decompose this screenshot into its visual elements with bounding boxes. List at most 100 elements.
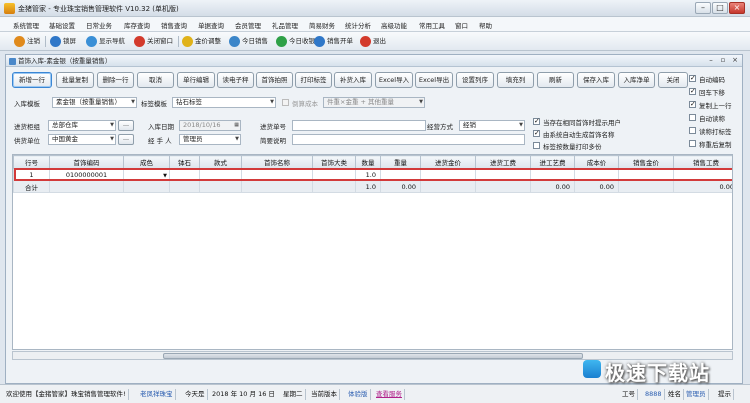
- print-tag-button[interactable]: 打印标签: [295, 72, 332, 88]
- supplier-select[interactable]: 中国黄金 ▼: [48, 134, 116, 145]
- column-header[interactable]: 销售工费: [673, 155, 732, 169]
- business-mode-select[interactable]: 经销 ▼: [459, 120, 525, 131]
- reverse-cost-checkbox[interactable]: [282, 99, 289, 106]
- auto-name-checkbox[interactable]: ✓: [533, 130, 540, 137]
- receipt-no-input[interactable]: [292, 120, 426, 131]
- supplier-browse-button[interactable]: …: [118, 134, 134, 145]
- toolbar-today-cashier-button[interactable]: 今日收银: [276, 35, 315, 48]
- duplicate-alert-checkbox[interactable]: ✓: [533, 118, 540, 125]
- view-service-link[interactable]: 查看服务: [374, 389, 405, 400]
- column-header[interactable]: 数量: [355, 155, 381, 169]
- row-edit-button[interactable]: 单行编辑: [177, 72, 215, 88]
- delete-row-button[interactable]: 删除一行: [97, 72, 134, 88]
- stock-group-select[interactable]: 总部仓库 ▼: [48, 120, 116, 131]
- copy-previous-row-checkbox[interactable]: ✓: [689, 101, 696, 108]
- sub-close-button[interactable]: ×: [730, 56, 740, 65]
- photo-button[interactable]: 首饰拍照: [256, 72, 293, 88]
- stock-in-net-button[interactable]: 入库净单: [618, 72, 655, 88]
- menu-simple-finance[interactable]: 简易财务: [309, 20, 335, 30]
- table-cell[interactable]: [618, 168, 674, 181]
- menu-help[interactable]: 帮助: [479, 20, 492, 30]
- menu-system[interactable]: 系统管理: [13, 20, 39, 30]
- menu-daily-business[interactable]: 日常业务: [86, 20, 112, 30]
- column-header[interactable]: 款式: [199, 155, 242, 169]
- menu-member-management[interactable]: 会员管理: [235, 20, 261, 30]
- table-cell[interactable]: [241, 168, 313, 181]
- minimize-button[interactable]: –: [695, 2, 711, 14]
- excel-export-button[interactable]: Excel导出: [415, 72, 453, 88]
- table-cell[interactable]: 1: [13, 168, 50, 181]
- toolbar-sales-order-button[interactable]: 销售开单: [314, 35, 353, 48]
- note-input[interactable]: [292, 134, 525, 145]
- read-scale-button[interactable]: 读电子秤: [217, 72, 254, 88]
- column-header[interactable]: 销售金价: [618, 155, 674, 169]
- column-header[interactable]: 首饰编码: [49, 155, 124, 169]
- table-cell[interactable]: 1.0: [355, 168, 381, 181]
- table-cell[interactable]: [312, 168, 356, 181]
- close-form-button[interactable]: 关闭: [658, 72, 688, 88]
- table-cell[interactable]: [420, 168, 476, 181]
- column-header[interactable]: 重量: [380, 155, 421, 169]
- menu-tools[interactable]: 常用工具: [419, 20, 445, 30]
- column-header[interactable]: 进货金价: [420, 155, 476, 169]
- tag-template-select[interactable]: 钻石标签 ▼: [172, 97, 276, 108]
- column-header[interactable]: 成本价: [574, 155, 619, 169]
- fill-column-button[interactable]: 填充列: [497, 72, 534, 88]
- menu-statistics[interactable]: 统计分析: [345, 20, 371, 30]
- table-cell[interactable]: [169, 168, 200, 181]
- toolbar-lock-button[interactable]: 锁屏: [50, 35, 76, 48]
- column-header[interactable]: 进货工费: [475, 155, 531, 169]
- table-cell[interactable]: 0100000001: [49, 168, 124, 181]
- table-cell[interactable]: [380, 168, 421, 181]
- menu-sales-query[interactable]: 销售查询: [161, 20, 187, 30]
- auto-read-scale-checkbox[interactable]: [689, 114, 696, 121]
- menu-document-query[interactable]: 单据查询: [198, 20, 224, 30]
- cancel-button[interactable]: 取消: [137, 72, 174, 88]
- menu-advanced[interactable]: 高级功能: [381, 20, 407, 30]
- close-button[interactable]: ×: [729, 2, 745, 14]
- menu-basic-settings[interactable]: 基础设置: [49, 20, 75, 30]
- scrollbar-thumb[interactable]: [163, 353, 583, 359]
- add-row-button[interactable]: 新增一行: [12, 72, 52, 88]
- excel-import-button[interactable]: Excel导入: [375, 72, 413, 88]
- sub-minimize-button[interactable]: –: [706, 56, 716, 65]
- table-cell[interactable]: [673, 168, 732, 181]
- toolbar-gold-price-button[interactable]: 金价调整: [182, 35, 221, 48]
- stock-group-browse-button[interactable]: …: [118, 120, 134, 131]
- template-select[interactable]: 素金银（按重量销售） ▼: [52, 97, 137, 108]
- column-header[interactable]: 首饰名称: [241, 155, 313, 169]
- enter-down-checkbox[interactable]: ✓: [689, 88, 696, 95]
- table-row[interactable]: 1 0100000001 ▼ 1.0: [13, 168, 732, 181]
- save-stock-in-button[interactable]: 保存入库: [577, 72, 615, 88]
- toolbar-today-sales-button[interactable]: 今日销售: [229, 35, 268, 48]
- menu-gift-management[interactable]: 礼品管理: [272, 20, 298, 30]
- column-header[interactable]: 成色: [123, 155, 170, 169]
- stock-in-date-field[interactable]: 2018/10/16 ▦: [179, 120, 241, 131]
- reverse-cost-select[interactable]: 件重×金重 + 其他重量 ▼: [323, 97, 425, 108]
- column-header[interactable]: 行号: [13, 155, 50, 169]
- menu-inventory-query[interactable]: 库存查询: [124, 20, 150, 30]
- table-cell[interactable]: ▼: [123, 168, 170, 181]
- refresh-button[interactable]: 刷新: [537, 72, 574, 88]
- column-header[interactable]: 钵石: [169, 155, 200, 169]
- read-scale-print-tag-checkbox[interactable]: [689, 127, 696, 134]
- table-cell[interactable]: [475, 168, 531, 181]
- toolbar-navigation-button[interactable]: 显示导航: [86, 35, 125, 48]
- print-multiple-checkbox[interactable]: [533, 142, 540, 149]
- column-header[interactable]: 首饰大类: [312, 155, 356, 169]
- table-cell[interactable]: [530, 168, 575, 181]
- maximize-button[interactable]: □: [712, 2, 728, 14]
- restock-button[interactable]: 补货入库: [334, 72, 372, 88]
- menu-window[interactable]: 窗口: [455, 20, 468, 30]
- column-header[interactable]: 进工艺费: [530, 155, 575, 169]
- toolbar-close-window-button[interactable]: 关闭窗口: [134, 35, 173, 48]
- copy-after-weigh-checkbox[interactable]: [689, 140, 696, 147]
- toolbar-exit-button[interactable]: 退出: [360, 35, 386, 48]
- batch-copy-button[interactable]: 批量复制: [56, 72, 94, 88]
- table-cell[interactable]: [199, 168, 242, 181]
- auto-code-checkbox[interactable]: ✓: [689, 75, 696, 82]
- column-order-button[interactable]: 设置列序: [456, 72, 494, 88]
- horizontal-scrollbar[interactable]: [12, 351, 733, 360]
- table-cell[interactable]: [574, 168, 619, 181]
- handler-select[interactable]: 管理员 ▼: [179, 134, 241, 145]
